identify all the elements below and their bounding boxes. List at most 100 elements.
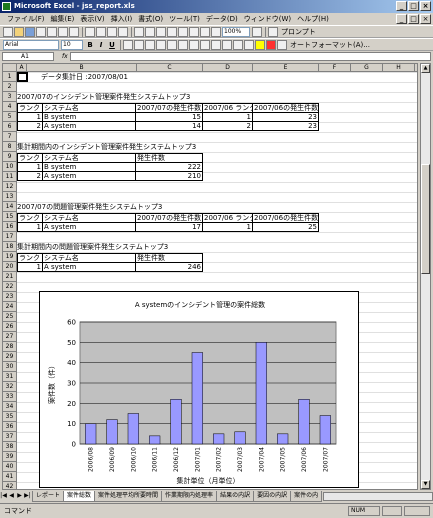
sheet-tab-case-total[interactable]: 案件総数	[63, 490, 96, 502]
drawing-icon[interactable]	[211, 26, 221, 37]
print-icon[interactable]	[47, 26, 57, 37]
first-sheet-arrow-icon[interactable]: |◀	[0, 492, 7, 500]
table-cell[interactable]: A system	[42, 121, 136, 131]
help-icon[interactable]	[252, 26, 262, 37]
row-header-cell[interactable]: 26	[3, 322, 17, 332]
row-header-cell[interactable]: 13	[3, 192, 17, 202]
table-cell[interactable]: 25	[252, 222, 319, 232]
column-header-h[interactable]: H	[383, 64, 415, 72]
row-header-cell[interactable]: 10	[3, 162, 17, 172]
table-cell[interactable]: 17	[135, 222, 203, 232]
row-header-cell[interactable]: 42	[3, 482, 17, 489]
table-cell[interactable]: 2	[202, 121, 253, 131]
sheet-tab-in-deadline[interactable]: 作業期限内処理率	[161, 490, 218, 502]
row-header-cell[interactable]: 16	[3, 222, 17, 232]
new-icon[interactable]	[3, 26, 13, 37]
select-all-corner[interactable]	[3, 64, 17, 72]
menu-insert[interactable]: 挿入(I)	[108, 14, 136, 24]
row-header-cell[interactable]: 20	[3, 262, 17, 272]
format-painter-icon[interactable]	[118, 26, 128, 37]
row-header-cell[interactable]: 27	[3, 332, 17, 342]
table-cell[interactable]: 2	[17, 121, 43, 131]
row-header-cell[interactable]: 11	[3, 172, 17, 182]
minimize-button[interactable]: _	[396, 1, 407, 11]
table-cell[interactable]: A system	[42, 171, 136, 181]
menu-data[interactable]: データ(D)	[203, 14, 241, 24]
next-sheet-arrow-icon[interactable]: ▶	[16, 492, 23, 500]
save-icon[interactable]	[25, 26, 35, 37]
table-cell[interactable]: A system	[42, 262, 136, 272]
row-header-cell[interactable]: 3	[3, 92, 17, 102]
sheet-tab-cause[interactable]: 要因の内訳	[253, 490, 292, 502]
sort-ascending-icon[interactable]	[178, 26, 188, 37]
font-color-icon[interactable]	[266, 39, 276, 50]
row-header-cell[interactable]: 14	[3, 202, 17, 212]
horizontal-scrollbar[interactable]	[323, 491, 433, 501]
cell-area[interactable]: データ集計日 :2007/08/01 2007/07のインシデント管理案件発生シ…	[17, 72, 417, 489]
row-header-cell[interactable]: 33	[3, 392, 17, 402]
row-header-cell[interactable]: 32	[3, 382, 17, 392]
doc-minimize-button[interactable]: _	[396, 14, 407, 24]
align-left-icon[interactable]	[123, 39, 133, 50]
menu-help[interactable]: ヘルプ(H)	[294, 14, 332, 24]
column-header-g[interactable]: G	[351, 64, 383, 72]
prev-sheet-arrow-icon[interactable]: ◀	[8, 492, 15, 500]
column-header-i[interactable]: I	[415, 64, 417, 72]
decrease-decimal-icon[interactable]	[211, 39, 221, 50]
table-cell[interactable]: A system	[42, 222, 136, 232]
report-date[interactable]: データ集計日 :2007/08/01	[41, 72, 128, 82]
menu-file[interactable]: ファイル(F)	[4, 14, 48, 24]
menu-window[interactable]: ウィンドウ(W)	[241, 14, 294, 24]
row-header-cell[interactable]: 34	[3, 402, 17, 412]
increase-indent-icon[interactable]	[233, 39, 243, 50]
merge-center-icon[interactable]	[156, 39, 166, 50]
sheet-tab-case-breakdown[interactable]: 案件の内	[290, 490, 323, 502]
sort-descending-icon[interactable]	[189, 26, 199, 37]
copy-icon[interactable]	[96, 26, 106, 37]
selected-cell-a1[interactable]	[17, 72, 28, 82]
undo-icon[interactable]	[134, 26, 144, 37]
cut-icon[interactable]	[85, 26, 95, 37]
column-header-b[interactable]: B	[27, 64, 137, 72]
increase-decimal-icon[interactable]	[200, 39, 210, 50]
column-header-f[interactable]: F	[319, 64, 351, 72]
row-header-cell[interactable]: 31	[3, 372, 17, 382]
italic-button[interactable]: I	[96, 40, 106, 50]
section-title[interactable]: 2007/07のインシデント管理案件発生システムトップ3	[17, 92, 190, 102]
embedded-chart[interactable]: A systemのインシデント管理の案件総数 0 10 20 30 40 50 60 2006…	[39, 291, 359, 488]
row-header-cell[interactable]: 25	[3, 312, 17, 322]
last-sheet-arrow-icon[interactable]: ▶|	[24, 492, 31, 500]
table-cell[interactable]: 2	[17, 171, 43, 181]
row-header-cell[interactable]: 7	[3, 132, 17, 142]
open-icon[interactable]	[14, 26, 24, 37]
table-cell[interactable]: 1	[202, 222, 253, 232]
row-header-cell[interactable]: 41	[3, 472, 17, 482]
row-header-cell[interactable]: 9	[3, 152, 17, 162]
doc-close-button[interactable]: ×	[420, 14, 431, 24]
table-cell[interactable]: 1	[17, 222, 43, 232]
font-size-select[interactable]: 10	[61, 39, 83, 50]
name-box[interactable]: A1	[2, 52, 54, 61]
maximize-button[interactable]: □	[408, 1, 419, 11]
row-header-cell[interactable]: 35	[3, 412, 17, 422]
table-cell[interactable]: 14	[135, 121, 203, 131]
prompt-button[interactable]: プロンプト	[281, 27, 316, 37]
sheet-tab-result[interactable]: 結果の内訳	[216, 490, 255, 502]
table-cell[interactable]: 246	[135, 262, 203, 272]
row-header-cell[interactable]: 30	[3, 362, 17, 372]
menu-format[interactable]: 書式(O)	[135, 14, 166, 24]
row-header-cell[interactable]: 22	[3, 282, 17, 292]
column-header-a[interactable]: A	[17, 64, 27, 72]
vertical-scrollbar[interactable]: ▲ ▼	[420, 63, 431, 490]
spelling-icon[interactable]	[69, 26, 79, 37]
section-title[interactable]: 2007/07の問題管理案件発生システムトップ3	[17, 202, 162, 212]
column-header-d[interactable]: D	[203, 64, 253, 72]
row-header-cell[interactable]: 1	[3, 72, 17, 82]
align-center-icon[interactable]	[134, 39, 144, 50]
row-header-cell[interactable]: 29	[3, 352, 17, 362]
row-header-cell[interactable]: 39	[3, 452, 17, 462]
paste-icon[interactable]	[107, 26, 117, 37]
scroll-down-arrow-icon[interactable]: ▼	[421, 480, 430, 489]
table-cell[interactable]: 23	[252, 121, 319, 131]
permission-icon[interactable]	[36, 26, 46, 37]
